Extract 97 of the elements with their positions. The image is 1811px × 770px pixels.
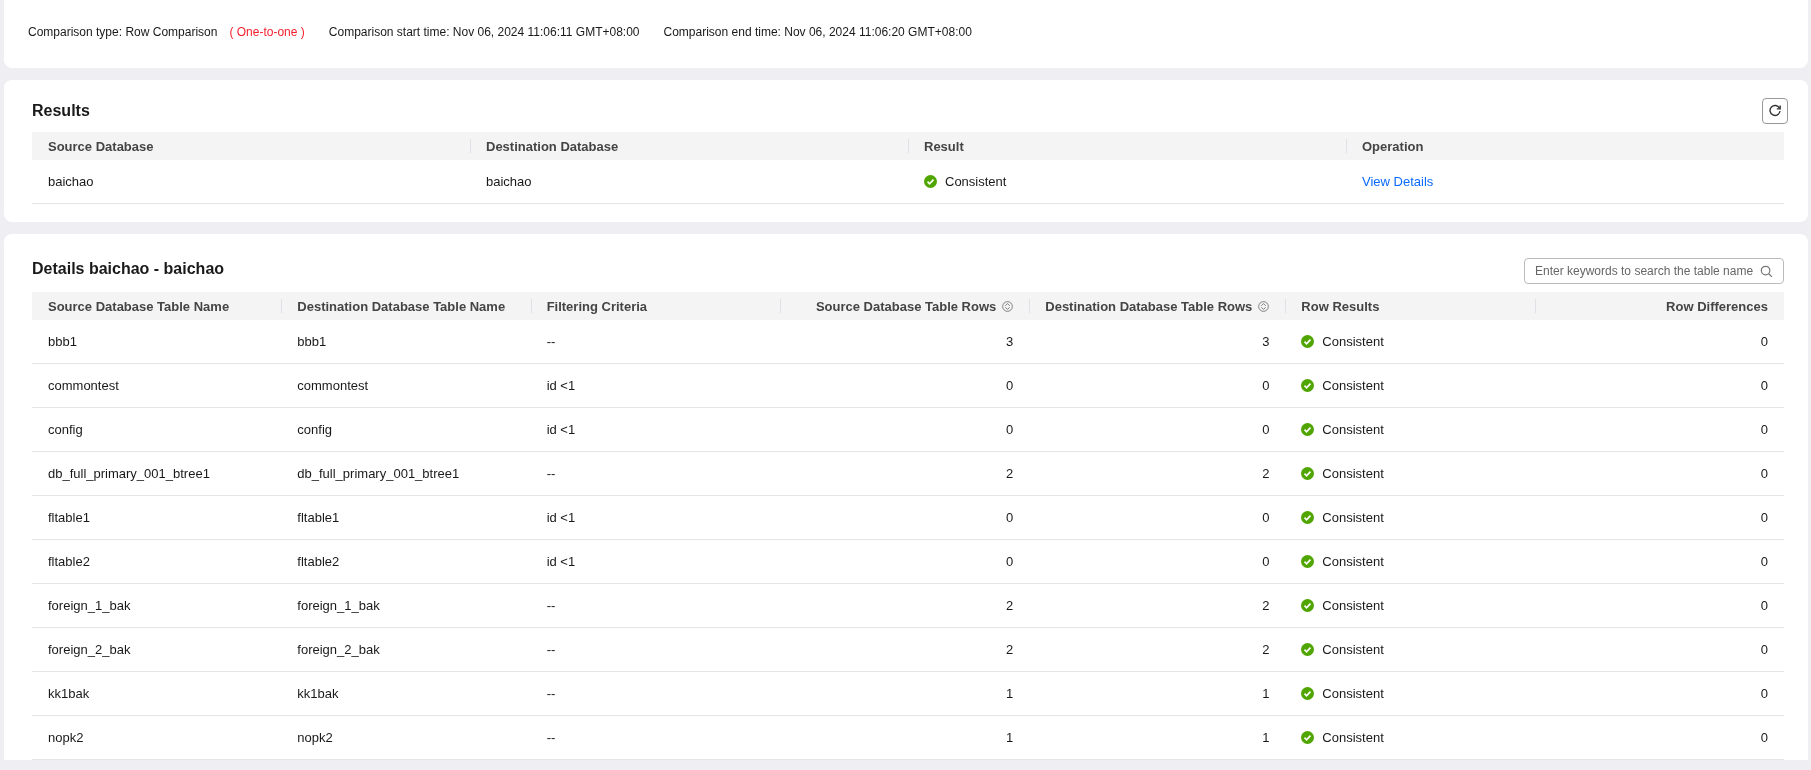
result-text: Consistent xyxy=(1322,642,1384,657)
table-cell: foreign_1_bak xyxy=(297,598,380,613)
column-header: Destination Database Table Rows xyxy=(1045,298,1253,314)
table-cell: 2 xyxy=(1262,642,1270,657)
section-title: Details baichao - baichao xyxy=(32,260,225,278)
table-cell: 0 xyxy=(1760,466,1768,481)
result-text: Consistent xyxy=(1322,422,1384,437)
table-cell: foreign_2_bak xyxy=(297,642,380,657)
result-text: Consistent xyxy=(1322,554,1384,569)
sort-icon[interactable] xyxy=(1002,300,1014,312)
start-time: Comparison start time: Nov 06, 2024 11:06:11 GMT+08:00 xyxy=(328,25,640,39)
result-text: Consistent xyxy=(1322,510,1384,525)
table-cell: fltable1 xyxy=(297,510,340,525)
table-cell: -- xyxy=(546,686,556,701)
table-cell: 0 xyxy=(1760,686,1768,701)
table-cell: id <1 xyxy=(546,422,576,437)
table-cell: 0 xyxy=(1006,422,1014,437)
result-text: Consistent xyxy=(1322,686,1384,701)
column-header: Source Database xyxy=(32,132,470,160)
result-text: Consistent xyxy=(1322,730,1384,745)
result-text: Consistent xyxy=(1322,598,1384,613)
table-cell: baichao xyxy=(48,174,94,189)
column-header: Source Database Table Name xyxy=(48,298,230,314)
table-cell: id <1 xyxy=(546,510,576,525)
table-cell: fltable2 xyxy=(297,554,340,569)
table-cell: 3 xyxy=(1262,334,1270,349)
column-header: Row Differences xyxy=(1666,298,1768,314)
result-text: Consistent xyxy=(1322,334,1384,349)
table-cell: 0 xyxy=(1262,422,1270,437)
table-cell: 0 xyxy=(1262,378,1270,393)
comparison-mode: ( One-to-one ) xyxy=(229,25,305,39)
table-cell: -- xyxy=(546,466,556,481)
result-text: Consistent xyxy=(945,174,1007,189)
table-cell: 0 xyxy=(1262,510,1270,525)
table-cell: 0 xyxy=(1760,598,1768,613)
table-cell: fltable1 xyxy=(48,510,90,525)
view-details-link[interactable]: View Details xyxy=(1362,174,1434,189)
table-cell: commontest xyxy=(297,378,369,393)
table-cell: 2 xyxy=(1006,642,1014,657)
table-cell: 0 xyxy=(1262,554,1270,569)
table-cell: 0 xyxy=(1006,378,1014,393)
table-cell: 1 xyxy=(1006,730,1014,745)
column-header: Result xyxy=(908,132,1346,160)
table-cell: nopk2 xyxy=(297,730,333,745)
table-cell: fltable2 xyxy=(48,554,90,569)
table-cell: 3 xyxy=(1006,334,1014,349)
end-time: Comparison end time: Nov 06, 2024 11:06:20 GMT+08:00 xyxy=(663,25,972,39)
table-cell: -- xyxy=(546,334,556,349)
section-title: Results xyxy=(32,102,90,120)
column-header: Filtering Criteria xyxy=(546,298,648,314)
table-cell: 0 xyxy=(1760,378,1768,393)
column-header: Destination Database Table Name xyxy=(297,298,506,314)
table-cell: -- xyxy=(546,730,556,745)
table-cell: config xyxy=(297,422,332,437)
table-cell: commontest xyxy=(48,378,119,393)
table-cell: db_full_primary_001_btree1 xyxy=(297,466,460,481)
table-cell: nopk2 xyxy=(48,730,84,745)
table-cell: id <1 xyxy=(546,378,576,393)
result-text: Consistent xyxy=(1322,466,1384,481)
comparison-type: Comparison type: Row Comparison xyxy=(28,25,218,39)
result-text: Consistent xyxy=(1322,378,1384,393)
table-cell: id <1 xyxy=(546,554,576,569)
table-cell: 2 xyxy=(1006,598,1014,613)
column-header: Operation xyxy=(1346,132,1784,160)
table-cell: 2 xyxy=(1262,598,1270,613)
sort-icon[interactable] xyxy=(1258,300,1270,312)
search-field[interactable]: Enter keywords to search the table name xyxy=(1524,258,1784,284)
table-cell: 0 xyxy=(1760,334,1768,349)
table-cell: baichao xyxy=(486,174,532,189)
table-cell: 0 xyxy=(1760,510,1768,525)
table-cell: 1 xyxy=(1006,686,1014,701)
table-cell: 0 xyxy=(1760,642,1768,657)
table-cell: config xyxy=(48,422,83,437)
table-cell: 0 xyxy=(1760,422,1768,437)
column-header: Destination Database xyxy=(470,132,908,160)
column-header: Row Results xyxy=(1301,298,1380,314)
search-icon xyxy=(1760,264,1773,278)
table-cell: 0 xyxy=(1006,554,1014,569)
table-cell: 0 xyxy=(1006,510,1014,525)
refresh-icon xyxy=(1768,104,1782,118)
refresh-button[interactable] xyxy=(1762,98,1788,124)
column-header: Source Database Table Rows xyxy=(815,298,997,314)
table-cell: -- xyxy=(546,598,556,613)
table-cell: kk1bak xyxy=(48,686,90,701)
table-cell: db_full_primary_001_btree1 xyxy=(48,466,210,481)
table-cell: 0 xyxy=(1760,730,1768,745)
table-cell: 2 xyxy=(1006,466,1014,481)
table-cell: bbb1 xyxy=(297,334,327,349)
table-cell: kk1bak xyxy=(297,686,339,701)
table-cell: 0 xyxy=(1760,554,1768,569)
table-cell: 1 xyxy=(1262,686,1270,701)
table-cell: 1 xyxy=(1262,730,1270,745)
table-cell: bbb1 xyxy=(48,334,77,349)
table-cell: 2 xyxy=(1262,466,1270,481)
table-cell: -- xyxy=(546,642,556,657)
table-cell: foreign_1_bak xyxy=(48,598,131,613)
table-cell: foreign_2_bak xyxy=(48,642,131,657)
